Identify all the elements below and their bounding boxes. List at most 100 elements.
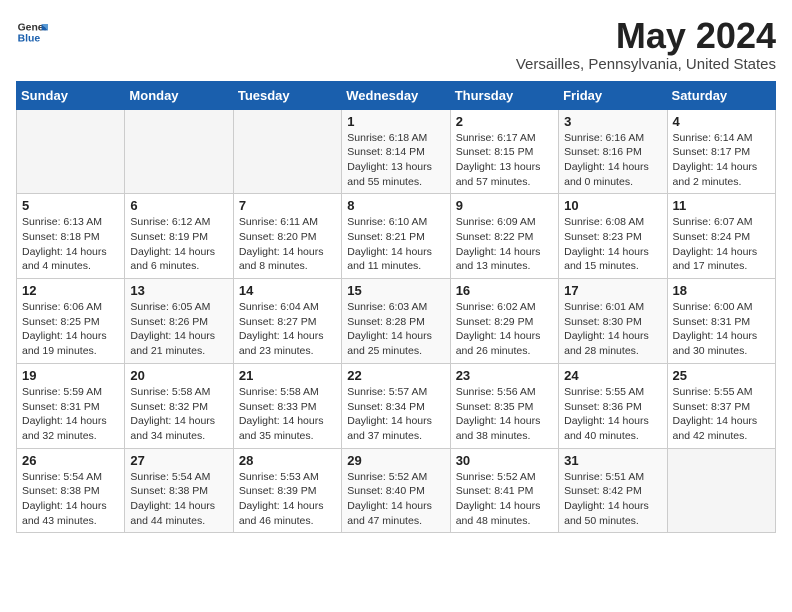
day-number: 15 bbox=[347, 283, 444, 298]
calendar-cell: 21 Sunrise: 5:58 AM Sunset: 8:33 PM Dayli… bbox=[233, 363, 341, 448]
day-info: Sunrise: 5:57 AM Sunset: 8:34 PM Dayligh… bbox=[347, 385, 444, 444]
day-number: 24 bbox=[564, 368, 661, 383]
day-number: 19 bbox=[22, 368, 119, 383]
day-number: 7 bbox=[239, 198, 336, 213]
day-info: Sunrise: 5:54 AM Sunset: 8:38 PM Dayligh… bbox=[130, 470, 227, 529]
day-number: 30 bbox=[456, 453, 553, 468]
day-info: Sunrise: 6:18 AM Sunset: 8:14 PM Dayligh… bbox=[347, 131, 444, 190]
day-info: Sunrise: 6:11 AM Sunset: 8:20 PM Dayligh… bbox=[239, 215, 336, 274]
day-of-week-header: Thursday bbox=[450, 81, 558, 109]
day-number: 28 bbox=[239, 453, 336, 468]
calendar-cell: 17 Sunrise: 6:01 AM Sunset: 8:30 PM Dayli… bbox=[559, 279, 667, 364]
day-number: 9 bbox=[456, 198, 553, 213]
calendar-cell: 14 Sunrise: 6:04 AM Sunset: 8:27 PM Dayli… bbox=[233, 279, 341, 364]
day-number: 1 bbox=[347, 114, 444, 129]
location: Versailles, Pennsylvania, United States bbox=[516, 56, 776, 73]
calendar-cell: 28 Sunrise: 5:53 AM Sunset: 8:39 PM Dayli… bbox=[233, 448, 341, 533]
calendar-week-row: 12Sunrise: 6:06 AM Sunset: 8:25 PM Dayli… bbox=[17, 279, 776, 364]
calendar-week-row: 1 Sunrise: 6:18 AM Sunset: 8:14 PM Daylig… bbox=[17, 109, 776, 194]
day-info: Sunrise: 5:56 AM Sunset: 8:35 PM Dayligh… bbox=[456, 385, 553, 444]
day-number: 16 bbox=[456, 283, 553, 298]
day-info: Sunrise: 6:08 AM Sunset: 8:23 PM Dayligh… bbox=[564, 215, 661, 274]
calendar-cell: 31Sunrise: 5:51 AM Sunset: 8:42 PM Dayli… bbox=[559, 448, 667, 533]
svg-text:Blue: Blue bbox=[18, 34, 41, 45]
calendar-cell: 20 Sunrise: 5:58 AM Sunset: 8:32 PM Dayli… bbox=[125, 363, 233, 448]
day-number: 26 bbox=[22, 453, 119, 468]
calendar-cell: 25Sunrise: 5:55 AM Sunset: 8:37 PM Dayli… bbox=[667, 363, 775, 448]
day-info: Sunrise: 5:58 AM Sunset: 8:32 PM Dayligh… bbox=[130, 385, 227, 444]
day-info: Sunrise: 6:10 AM Sunset: 8:21 PM Dayligh… bbox=[347, 215, 444, 274]
calendar-cell: 23 Sunrise: 5:56 AM Sunset: 8:35 PM Dayli… bbox=[450, 363, 558, 448]
day-info: Sunrise: 6:12 AM Sunset: 8:19 PM Dayligh… bbox=[130, 215, 227, 274]
day-number: 21 bbox=[239, 368, 336, 383]
day-number: 29 bbox=[347, 453, 444, 468]
day-number: 17 bbox=[564, 283, 661, 298]
day-number: 2 bbox=[456, 114, 553, 129]
calendar-cell bbox=[125, 109, 233, 194]
calendar-cell: 16 Sunrise: 6:02 AM Sunset: 8:29 PM Dayli… bbox=[450, 279, 558, 364]
day-of-week-header: Friday bbox=[559, 81, 667, 109]
day-info: Sunrise: 6:13 AM Sunset: 8:18 PM Dayligh… bbox=[22, 215, 119, 274]
calendar-cell bbox=[233, 109, 341, 194]
calendar-cell: 7 Sunrise: 6:11 AM Sunset: 8:20 PM Daylig… bbox=[233, 194, 341, 279]
calendar-cell: 13 Sunrise: 6:05 AM Sunset: 8:26 PM Dayli… bbox=[125, 279, 233, 364]
day-info: Sunrise: 5:58 AM Sunset: 8:33 PM Dayligh… bbox=[239, 385, 336, 444]
calendar-cell: 3 Sunrise: 6:16 AM Sunset: 8:16 PM Daylig… bbox=[559, 109, 667, 194]
calendar-week-row: 5 Sunrise: 6:13 AM Sunset: 8:18 PM Daylig… bbox=[17, 194, 776, 279]
calendar-cell: 9 Sunrise: 6:09 AM Sunset: 8:22 PM Daylig… bbox=[450, 194, 558, 279]
day-number: 18 bbox=[673, 283, 770, 298]
calendar-cell: 22 Sunrise: 5:57 AM Sunset: 8:34 PM Dayli… bbox=[342, 363, 450, 448]
calendar-cell: 1 Sunrise: 6:18 AM Sunset: 8:14 PM Daylig… bbox=[342, 109, 450, 194]
calendar-cell: 5 Sunrise: 6:13 AM Sunset: 8:18 PM Daylig… bbox=[17, 194, 125, 279]
day-number: 12 bbox=[22, 283, 119, 298]
calendar-cell: 19Sunrise: 5:59 AM Sunset: 8:31 PM Dayli… bbox=[17, 363, 125, 448]
calendar-week-row: 26 Sunrise: 5:54 AM Sunset: 8:38 PM Dayli… bbox=[17, 448, 776, 533]
calendar-cell: 12Sunrise: 6:06 AM Sunset: 8:25 PM Dayli… bbox=[17, 279, 125, 364]
calendar-cell: 4Sunrise: 6:14 AM Sunset: 8:17 PM Daylig… bbox=[667, 109, 775, 194]
day-number: 14 bbox=[239, 283, 336, 298]
day-info: Sunrise: 5:52 AM Sunset: 8:41 PM Dayligh… bbox=[456, 470, 553, 529]
day-of-week-header: Saturday bbox=[667, 81, 775, 109]
day-number: 4 bbox=[673, 114, 770, 129]
day-of-week-header: Sunday bbox=[17, 81, 125, 109]
day-of-week-header: Wednesday bbox=[342, 81, 450, 109]
day-number: 13 bbox=[130, 283, 227, 298]
day-number: 5 bbox=[22, 198, 119, 213]
day-info: Sunrise: 5:52 AM Sunset: 8:40 PM Dayligh… bbox=[347, 470, 444, 529]
day-info: Sunrise: 6:07 AM Sunset: 8:24 PM Dayligh… bbox=[673, 215, 770, 274]
day-number: 8 bbox=[347, 198, 444, 213]
day-number: 20 bbox=[130, 368, 227, 383]
calendar-cell: 24 Sunrise: 5:55 AM Sunset: 8:36 PM Dayli… bbox=[559, 363, 667, 448]
calendar-cell: 8 Sunrise: 6:10 AM Sunset: 8:21 PM Daylig… bbox=[342, 194, 450, 279]
calendar-cell: 18Sunrise: 6:00 AM Sunset: 8:31 PM Dayli… bbox=[667, 279, 775, 364]
day-number: 25 bbox=[673, 368, 770, 383]
day-info: Sunrise: 5:53 AM Sunset: 8:39 PM Dayligh… bbox=[239, 470, 336, 529]
title-block: May 2024 Versailles, Pennsylvania, Unite… bbox=[516, 16, 776, 73]
logo-icon: General Blue bbox=[16, 16, 48, 48]
day-of-week-header: Monday bbox=[125, 81, 233, 109]
day-number: 22 bbox=[347, 368, 444, 383]
calendar-cell bbox=[17, 109, 125, 194]
day-info: Sunrise: 6:16 AM Sunset: 8:16 PM Dayligh… bbox=[564, 131, 661, 190]
day-of-week-header: Tuesday bbox=[233, 81, 341, 109]
day-info: Sunrise: 6:04 AM Sunset: 8:27 PM Dayligh… bbox=[239, 300, 336, 359]
day-info: Sunrise: 6:02 AM Sunset: 8:29 PM Dayligh… bbox=[456, 300, 553, 359]
day-info: Sunrise: 6:09 AM Sunset: 8:22 PM Dayligh… bbox=[456, 215, 553, 274]
day-number: 3 bbox=[564, 114, 661, 129]
day-info: Sunrise: 5:55 AM Sunset: 8:36 PM Dayligh… bbox=[564, 385, 661, 444]
day-info: Sunrise: 5:54 AM Sunset: 8:38 PM Dayligh… bbox=[22, 470, 119, 529]
day-number: 31 bbox=[564, 453, 661, 468]
day-info: Sunrise: 6:01 AM Sunset: 8:30 PM Dayligh… bbox=[564, 300, 661, 359]
day-number: 27 bbox=[130, 453, 227, 468]
calendar-table: SundayMondayTuesdayWednesdayThursdayFrid… bbox=[16, 81, 776, 534]
day-number: 23 bbox=[456, 368, 553, 383]
calendar-cell: 2Sunrise: 6:17 AM Sunset: 8:15 PM Daylig… bbox=[450, 109, 558, 194]
day-info: Sunrise: 6:05 AM Sunset: 8:26 PM Dayligh… bbox=[130, 300, 227, 359]
day-number: 10 bbox=[564, 198, 661, 213]
page-header: General Blue May 2024 Versailles, Pennsy… bbox=[16, 16, 776, 73]
calendar-cell: 30 Sunrise: 5:52 AM Sunset: 8:41 PM Dayli… bbox=[450, 448, 558, 533]
calendar-week-row: 19Sunrise: 5:59 AM Sunset: 8:31 PM Dayli… bbox=[17, 363, 776, 448]
calendar-cell bbox=[667, 448, 775, 533]
calendar-cell: 10 Sunrise: 6:08 AM Sunset: 8:23 PM Dayli… bbox=[559, 194, 667, 279]
logo: General Blue bbox=[16, 16, 48, 48]
